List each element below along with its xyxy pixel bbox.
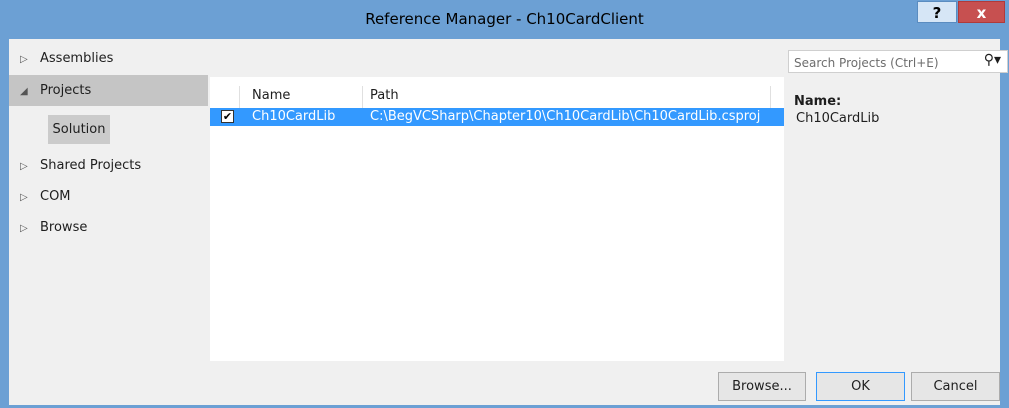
nav-item-solution[interactable]: Solution [48,115,110,144]
nav-item-label: Projects [40,83,92,98]
column-divider[interactable] [239,86,240,108]
expand-arrow-icon[interactable]: ▷ [20,44,40,75]
expand-arrow-icon[interactable]: ▷ [20,182,40,213]
dialog-client-area: ▷ Assemblies ◢ Projects Solution ▷ Shared P… [9,39,1008,361]
nav-item-com[interactable]: ▷ COM [9,181,208,212]
table-row[interactable]: ✔ Ch10CardLib C:\BegVCSharp\Chapter10\Ch… [210,108,784,126]
help-button[interactable]: ? [917,1,957,23]
expand-arrow-icon[interactable]: ▷ [20,151,40,182]
nav-item-projects[interactable]: ◢ Projects [9,75,208,106]
cell-path: C:\BegVCSharp\Chapter10\Ch10CardLib\Ch10… [370,109,761,124]
search-icon[interactable]: ⚲▾ [984,52,1001,68]
nav-item-label: Shared Projects [40,158,142,173]
list-header: Name Path [210,84,784,108]
search-box[interactable]: ⚲▾ [788,50,1008,74]
expand-arrow-icon[interactable]: ▷ [20,213,40,244]
reference-manager-window: Reference Manager - Ch10CardClient ? x ▷… [0,0,1009,408]
column-divider[interactable] [770,86,771,108]
close-button[interactable]: x [958,1,1005,23]
cell-name: Ch10CardLib [252,109,336,124]
category-nav: ▷ Assemblies ◢ Projects Solution ▷ Shared P… [9,39,208,361]
column-divider[interactable] [362,86,363,108]
nav-item-browse[interactable]: ▷ Browse [9,212,208,243]
project-list: Name Path ✔ Ch10CardLib C:\BegVCSharp\Ch… [210,77,784,361]
nav-item-label: COM [40,189,71,204]
nav-item-assemblies[interactable]: ▷ Assemblies [9,43,208,74]
nav-item-label: Assemblies [40,51,114,66]
window-title: Reference Manager - Ch10CardClient [365,10,644,28]
collapse-arrow-icon[interactable]: ◢ [20,76,40,107]
title-bar[interactable]: Reference Manager - Ch10CardClient ? x [1,1,1008,39]
row-checkbox[interactable]: ✔ [221,110,234,123]
ok-button[interactable]: OK [816,372,905,401]
cancel-button[interactable]: Cancel [911,372,1000,401]
browse-button[interactable]: Browse... [718,372,806,401]
search-input[interactable] [789,51,976,74]
column-header-path[interactable]: Path [370,84,399,108]
dialog-footer: Browse... OK Cancel [9,361,1000,405]
details-pane: Name: Ch10CardLib [794,94,1004,126]
footer-panel: Browse... OK Cancel [9,361,1000,401]
nav-item-label: Browse [40,220,88,235]
nav-item-shared-projects[interactable]: ▷ Shared Projects [9,150,208,181]
column-header-name[interactable]: Name [252,84,290,108]
details-label: Name: [794,94,842,109]
details-value: Ch10CardLib [796,111,880,126]
